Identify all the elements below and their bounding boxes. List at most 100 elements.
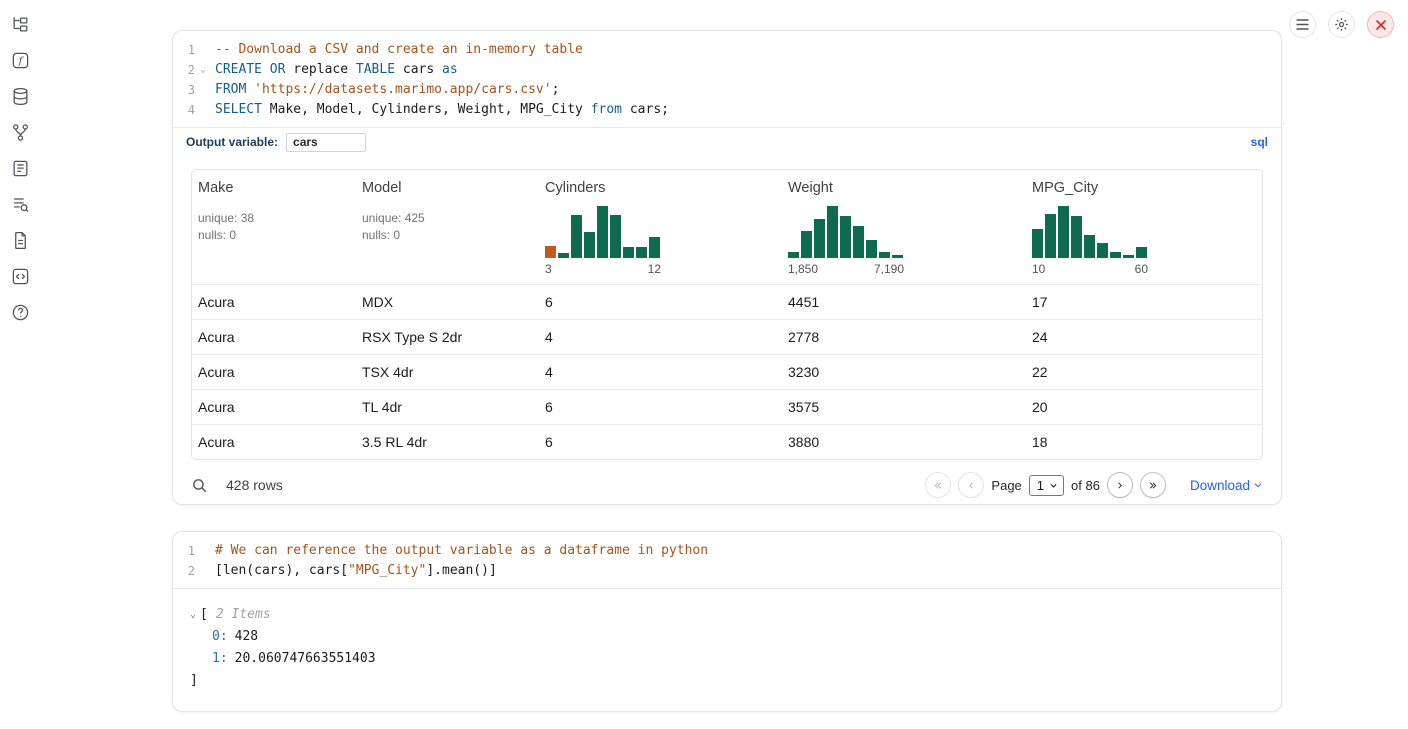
next-page-button[interactable] — [1107, 472, 1133, 498]
line-number: 1 — [173, 541, 195, 561]
histogram-bar — [558, 253, 569, 258]
gear-icon — [1334, 17, 1349, 32]
logs-search-icon[interactable] — [10, 194, 31, 215]
code-line: 1 # We can reference the output variable… — [173, 541, 1281, 561]
code-line-text: FROM 'https://datasets.marimo.app/cars.c… — [215, 80, 559, 100]
page-select[interactable]: 1 — [1029, 475, 1064, 496]
table-cell: 6 — [539, 390, 782, 425]
table-cell: Acura — [192, 390, 356, 425]
svg-text:f: f — [18, 55, 25, 67]
column-histogram[interactable]: 1060 — [1032, 206, 1148, 276]
column-stats: unique: 38nulls: 0 — [198, 210, 348, 244]
column-header-weight[interactable]: Weight 1,8507,190 — [782, 170, 1026, 285]
histogram-bars — [788, 206, 904, 258]
column-header-cylinders[interactable]: Cylinders 312 — [539, 170, 782, 285]
line-number: 3 — [173, 80, 195, 100]
table-cell: 17 — [1026, 285, 1262, 320]
search-icon — [191, 477, 208, 494]
code-line-text: -- Download a CSV and create an in-memor… — [215, 40, 583, 60]
file-tree-icon[interactable] — [10, 14, 31, 35]
database-icon[interactable] — [10, 86, 31, 107]
histogram-bars — [1032, 206, 1148, 258]
tree-key: 1: — [212, 651, 228, 666]
column-label: MPG_City — [1032, 180, 1098, 196]
code-line: 1 -- Download a CSV and create an in-mem… — [173, 40, 1281, 60]
chevron-down-icon — [1253, 480, 1263, 490]
column-header-mpg_city[interactable]: MPG_City 1060 — [1026, 170, 1262, 285]
previous-page-button[interactable] — [958, 472, 984, 498]
page-total: of 86 — [1071, 478, 1100, 493]
tree-key: 0: — [212, 629, 228, 644]
menu-button[interactable] — [1289, 11, 1316, 38]
table-cell: 3880 — [782, 425, 1026, 460]
histogram-bar — [866, 240, 877, 258]
table-cell: 6 — [539, 425, 782, 460]
table-cell: 3.5 RL 4dr — [356, 425, 539, 460]
chevron-right-icon — [1114, 480, 1125, 491]
table-footer: 428 rows Page 1 of 86 — [173, 460, 1281, 498]
table-cell: 4 — [539, 355, 782, 390]
chevrons-right-icon — [1147, 480, 1158, 491]
histogram-bar — [649, 237, 660, 258]
last-page-button[interactable] — [1140, 472, 1166, 498]
collapse-icon[interactable]: ⌄ — [190, 604, 196, 626]
table-cell: 6 — [539, 285, 782, 320]
table-row[interactable]: AcuraTSX 4dr4323022 — [192, 355, 1262, 390]
column-label: Weight — [788, 180, 833, 196]
line-number: 2 — [173, 60, 195, 80]
documentation-icon[interactable] — [10, 230, 31, 251]
first-page-button[interactable] — [925, 472, 951, 498]
histogram-bar — [892, 255, 903, 258]
column-header-make[interactable]: Makeunique: 38nulls: 0 — [192, 170, 356, 285]
page-label: Page — [991, 478, 1021, 493]
sql-editor[interactable]: 1 -- Download a CSV and create an in-mem… — [173, 31, 1281, 127]
function-scratchpad-icon[interactable]: f — [10, 50, 31, 71]
tree-entry: 1:20.060747663551403 — [190, 648, 1264, 670]
code-line: 3 FROM 'https://datasets.marimo.app/cars… — [173, 80, 1281, 100]
fold-arrow-icon[interactable]: ⌄ — [197, 60, 209, 80]
help-icon[interactable] — [10, 302, 31, 323]
dependency-graph-icon[interactable] — [10, 122, 31, 143]
output-variable-input[interactable] — [286, 133, 366, 152]
tree-root: ⌄ [ 2 Items — [190, 604, 1264, 626]
table-cell: TL 4dr — [356, 390, 539, 425]
histogram-bar — [1032, 229, 1043, 258]
row-count: 428 rows — [226, 477, 283, 493]
settings-button[interactable] — [1328, 11, 1355, 38]
column-stats: unique: 425nulls: 0 — [362, 210, 531, 244]
column-header-model[interactable]: Modelunique: 425nulls: 0 — [356, 170, 539, 285]
column-histogram[interactable]: 1,8507,190 — [788, 206, 904, 276]
close-icon — [1375, 19, 1387, 31]
code-square-icon[interactable] — [10, 266, 31, 287]
close-button[interactable] — [1367, 11, 1394, 38]
code-line: 2 [len(cars), cars["MPG_City"].mean()] — [173, 561, 1281, 581]
table-search-button[interactable] — [191, 477, 208, 494]
download-button[interactable]: Download — [1190, 478, 1263, 493]
tree-entry: 0:428 — [190, 626, 1264, 648]
table-row[interactable]: Acura3.5 RL 4dr6388018 — [192, 425, 1262, 460]
open-bracket: [ — [200, 604, 208, 626]
table-cell: 18 — [1026, 425, 1262, 460]
gutter-spacer — [197, 100, 209, 120]
output-variable-label: Output variable: — [186, 135, 278, 149]
python-editor[interactable]: 1 # We can reference the output variable… — [173, 532, 1281, 588]
histogram-bar — [840, 216, 851, 258]
column-label: Cylinders — [545, 180, 605, 196]
snippets-icon[interactable] — [10, 158, 31, 179]
close-bracket: ] — [190, 670, 198, 692]
table-cell: MDX — [356, 285, 539, 320]
gutter-spacer — [197, 80, 209, 100]
histogram-bar — [571, 215, 582, 258]
column-histogram[interactable]: 312 — [545, 206, 661, 276]
histogram-axis: 312 — [545, 262, 661, 276]
table-row[interactable]: AcuraRSX Type S 2dr4277824 — [192, 320, 1262, 355]
tree-close: ] — [190, 670, 1264, 692]
code-line-text: SELECT Make, Model, Cylinders, Weight, M… — [215, 100, 669, 120]
hamburger-icon — [1296, 19, 1309, 30]
table-row[interactable]: AcuraTL 4dr6357520 — [192, 390, 1262, 425]
table-cell: 24 — [1026, 320, 1262, 355]
table-row[interactable]: AcuraMDX6445117 — [192, 285, 1262, 320]
chevron-down-icon — [1049, 481, 1058, 490]
histogram-bar — [1136, 247, 1147, 258]
table-header-row: Makeunique: 38nulls: 0Modelunique: 425nu… — [192, 170, 1262, 285]
